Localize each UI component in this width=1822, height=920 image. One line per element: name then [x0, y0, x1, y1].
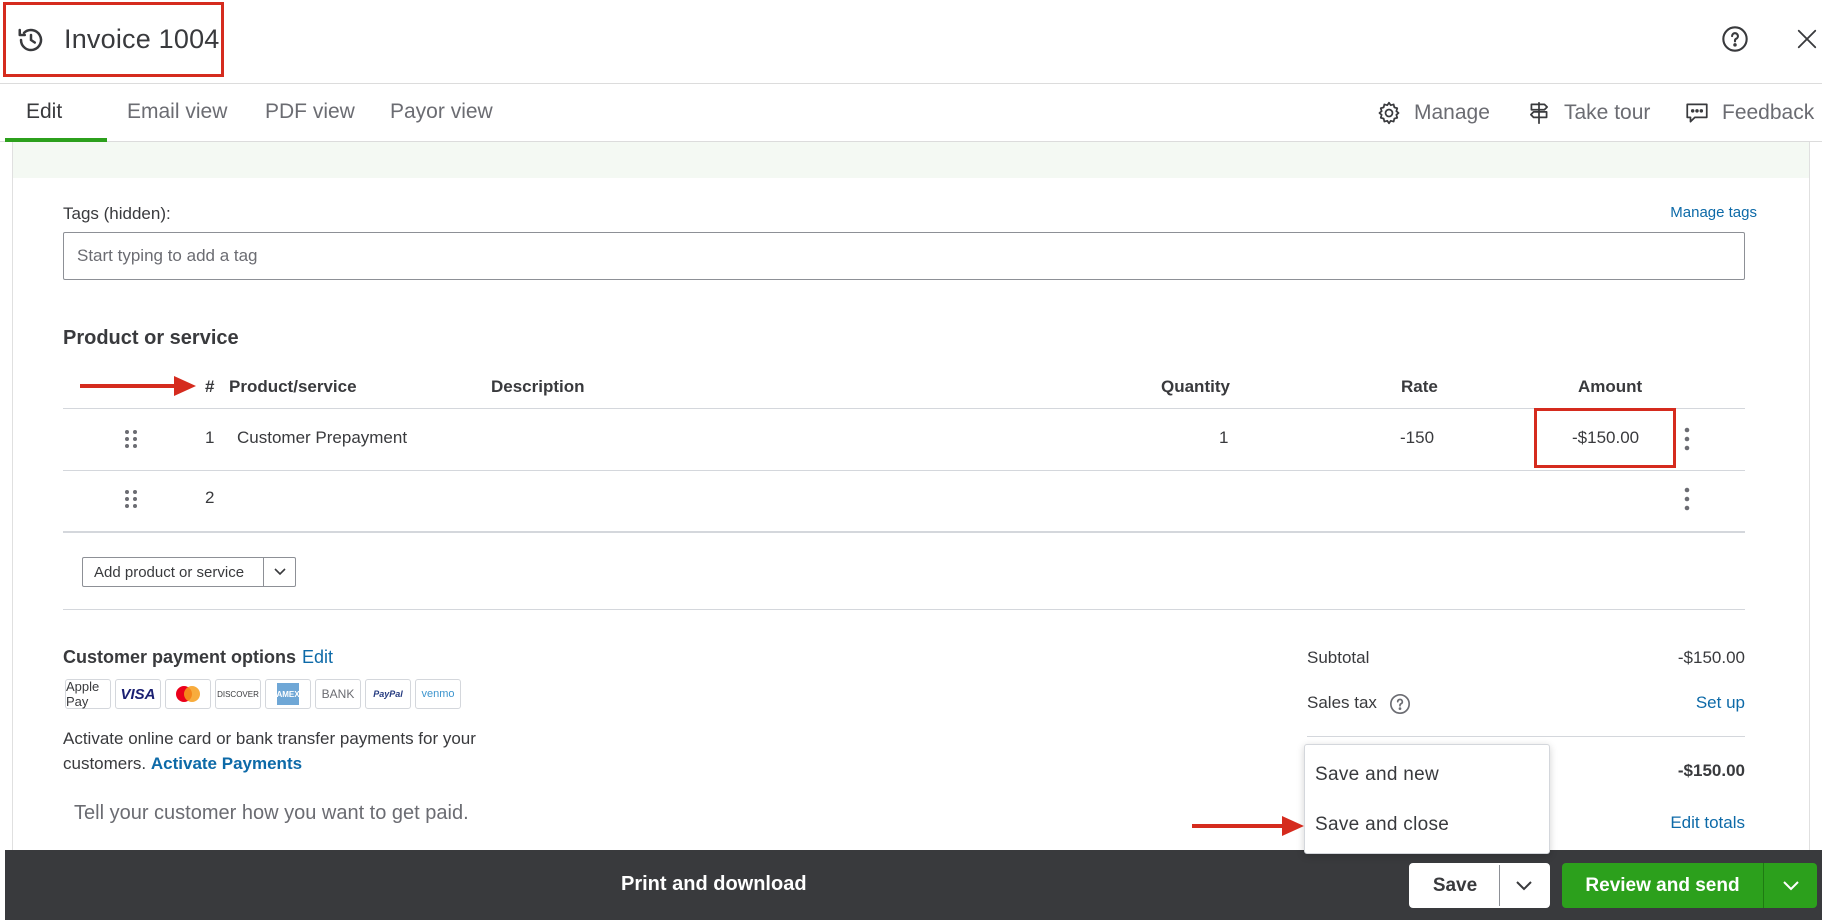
sales-tax-setup-link[interactable]: Set up: [1696, 693, 1745, 713]
row-1-rate[interactable]: -150: [1400, 428, 1434, 448]
venmo-icon: venmo: [415, 679, 461, 709]
manage-tags-link[interactable]: Manage tags: [1670, 204, 1757, 221]
manage-label: Manage: [1414, 101, 1490, 124]
chevron-down-icon[interactable]: [1499, 865, 1548, 906]
col-header-product: Product/service: [229, 377, 357, 396]
header: Invoice 1004: [0, 0, 1822, 84]
tags-label: Tags (hidden):: [63, 204, 171, 223]
save-button[interactable]: Save: [1411, 865, 1499, 906]
more-options-icon[interactable]: [1682, 427, 1692, 451]
row-2-num: 2: [205, 488, 215, 507]
row-1-num: 1: [205, 428, 215, 447]
table-bottom-divider: [63, 531, 1745, 533]
total-value: -$150.00: [1677, 761, 1745, 780]
feedback-label: Feedback: [1722, 101, 1815, 124]
tags-input[interactable]: [63, 232, 1745, 280]
annotation-arrow-icon: [80, 376, 196, 396]
payment-instructions-field[interactable]: Tell your customer how you want to get p…: [74, 802, 469, 825]
col-header-description: Description: [491, 377, 585, 396]
annotation-arrow-icon: [1192, 816, 1304, 836]
subtotal-label: Subtotal: [1307, 648, 1370, 667]
print-and-download-button[interactable]: Print and download: [621, 873, 807, 896]
row-1-amount[interactable]: -$150.00: [1572, 428, 1639, 448]
drag-handle-icon[interactable]: [124, 429, 138, 449]
subtotal-value: -$150.00: [1677, 648, 1745, 667]
signpost-icon: [1530, 102, 1548, 124]
drag-handle-icon[interactable]: [124, 489, 138, 509]
paypal-icon: PayPal: [365, 679, 411, 709]
col-header-quantity: Quantity: [1161, 377, 1230, 396]
payment-method-icons: Apple Pay VISA DISCOVER AMEX BANK PayPal…: [65, 679, 461, 709]
title-highlight-box: Invoice 1004: [3, 2, 224, 77]
section-divider: [63, 609, 1745, 610]
save-options-menu: Save and new Save and close: [1304, 744, 1550, 854]
col-header-rate: Rate: [1401, 377, 1438, 396]
mastercard-icon: [165, 679, 211, 709]
menu-item-save-and-new[interactable]: Save and new: [1315, 764, 1439, 786]
add-product-button[interactable]: Add product or service: [82, 557, 296, 587]
help-icon[interactable]: [1720, 24, 1750, 54]
row-1-product[interactable]: Customer Prepayment: [237, 428, 407, 448]
table-header-divider: [63, 408, 1745, 409]
amex-icon: AMEX: [265, 679, 311, 709]
sales-tax-label: Sales tax: [1307, 693, 1377, 712]
tab-pdf-view[interactable]: PDF view: [265, 84, 355, 142]
chat-bubble-icon: [1686, 103, 1708, 123]
activate-payments-text: Activate online card or bank transfer pa…: [63, 729, 476, 773]
page-title: Invoice 1004: [64, 24, 220, 54]
tab-email-view[interactable]: Email view: [127, 84, 227, 142]
gear-icon: [1378, 101, 1400, 125]
apple-pay-icon: Apple Pay: [65, 679, 111, 709]
activate-payments-link[interactable]: Activate Payments: [151, 754, 302, 773]
review-and-send-button[interactable]: Review and send: [1562, 863, 1763, 908]
tab-edit[interactable]: Edit: [5, 84, 107, 142]
close-icon[interactable]: [1792, 24, 1822, 54]
feedback-button[interactable]: Feedback: [1684, 84, 1814, 142]
history-icon[interactable]: [16, 25, 46, 55]
row-divider: [63, 470, 1745, 471]
totals-divider: [1307, 736, 1745, 737]
add-product-label[interactable]: Add product or service: [83, 558, 263, 586]
take-tour-button[interactable]: Take tour: [1526, 84, 1650, 142]
chevron-down-icon[interactable]: [1763, 863, 1817, 908]
edit-totals-link[interactable]: Edit totals: [1670, 813, 1745, 833]
review-and-send-split-button: Review and send: [1562, 863, 1817, 908]
row-1-quantity[interactable]: 1: [1219, 428, 1228, 448]
status-band: [13, 142, 1809, 178]
manage-button[interactable]: Manage: [1376, 84, 1490, 142]
visa-icon: VISA: [115, 679, 161, 709]
bank-icon: BANK: [315, 679, 361, 709]
more-options-icon[interactable]: [1682, 487, 1692, 511]
col-header-amount: Amount: [1578, 377, 1643, 396]
payment-options-title: Customer payment options: [63, 647, 297, 667]
tab-payor-view[interactable]: Payor view: [390, 84, 493, 142]
chevron-down-icon[interactable]: [263, 558, 295, 586]
save-split-button: Save: [1409, 863, 1550, 908]
tab-bar: Edit Email view PDF view Payor view Mana…: [0, 84, 1822, 142]
help-icon[interactable]: [1389, 693, 1411, 715]
take-tour-label: Take tour: [1564, 101, 1651, 124]
col-header-num: #: [205, 377, 215, 396]
discover-icon: DISCOVER: [215, 679, 261, 709]
payment-options-edit-link[interactable]: Edit: [302, 647, 333, 668]
product-section-title: Product or service: [63, 327, 239, 349]
footer-bar: Print and download Save Review and send: [5, 850, 1822, 920]
menu-item-save-and-close[interactable]: Save and close: [1315, 814, 1449, 836]
